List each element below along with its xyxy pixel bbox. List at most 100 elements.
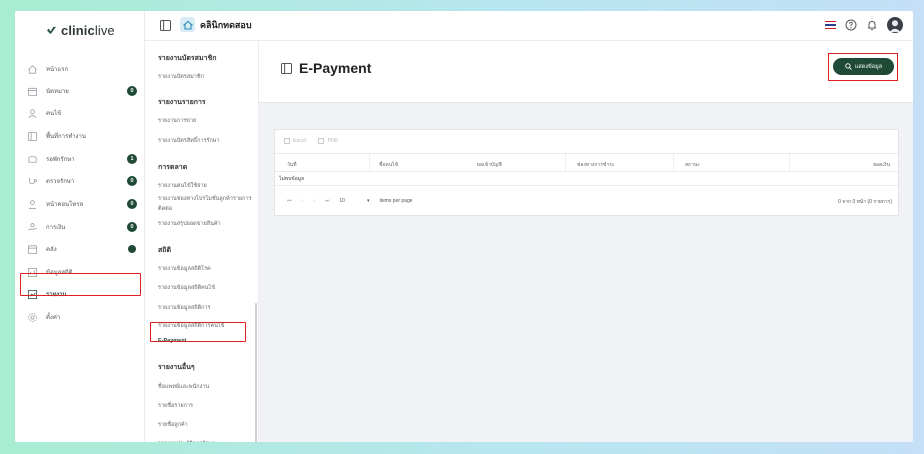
clinic-name: คลินิกทดสอบ (200, 19, 252, 30)
empty-table-message: ไม่พบข้อมูล (279, 176, 305, 182)
submenu-item[interactable]: รายชื่อลูกค้า (158, 421, 188, 429)
column-divider (789, 154, 790, 172)
brand-name: cliniclive (61, 23, 115, 38)
column-divider (673, 154, 674, 172)
calendar-icon (27, 87, 38, 96)
logo[interactable]: cliniclive (46, 23, 115, 38)
home-icon (28, 64, 37, 74)
sidebar-item[interactable]: รอพักรักษา 1 (23, 149, 139, 169)
submenu-item[interactable]: รายงานบัตรสิทธิ์การรักษา (158, 137, 220, 145)
search-icon (845, 63, 852, 70)
column-header-channel[interactable]: ช่องทางการชำระ (577, 161, 614, 169)
count-badge: 0 (127, 176, 137, 186)
submenu-active-highlight (150, 322, 246, 342)
sidebar-item-label: พื้นที่การทำงาน (46, 134, 86, 140)
page-size-value: 10 (339, 198, 345, 204)
export-excel-button[interactable]: Excel (284, 138, 306, 144)
submenu-section-heading: รายงานอื่นๆ (158, 364, 195, 371)
submenu-item[interactable]: รายงานข้อมูลสถิติคนไข้ (158, 284, 215, 292)
export-pdf-label: PDF (327, 138, 339, 144)
column-header-deposit[interactable]: ผลเข้าบัญชี (477, 161, 502, 169)
submenu-item[interactable]: รายชื่อรายการ (158, 402, 193, 410)
help-icon[interactable] (845, 19, 857, 31)
top-header: คลินิกทดสอบ (145, 11, 913, 41)
page-title-wrap: E-Payment (281, 60, 371, 76)
bell-icon[interactable] (866, 19, 878, 31)
sidebar-item-label: หน้าแรก (46, 67, 69, 73)
prev-page-icon[interactable]: ‹ (302, 198, 304, 204)
first-page-icon[interactable]: ⏮ (287, 198, 292, 204)
submenu-item[interactable]: รายงานประวัติการรักษา (158, 440, 215, 442)
sidebar-item[interactable]: หน้าแรก (23, 59, 139, 79)
report-submenu: รายงานบัตรสมาชิก รายงานบัตรสมาชิก รายงานรา… (145, 41, 259, 442)
export-pdf-button[interactable]: PDF (318, 138, 338, 144)
thai-flag-icon[interactable] (825, 21, 836, 29)
submenu-item[interactable]: ชื่อแพทย์และพนักงาน (158, 383, 209, 391)
clinic-selector[interactable]: คลินิกทดสอบ (180, 17, 252, 32)
submenu-section-heading: สถิติ (158, 247, 172, 254)
sidebar-item-label: การเงิน (46, 225, 66, 231)
sidebar-item-label: ตรวจรักษา (46, 179, 75, 185)
sidebar-item[interactable]: ตรวจรักษา 0 (23, 171, 139, 191)
submenu-item[interactable]: รายงานบัตรสมาชิก (158, 73, 204, 81)
sidebar-item[interactable]: พื้นที่การทำงาน (23, 126, 139, 146)
sidebar-item-label: ตั้งค่า (46, 315, 61, 321)
count-badge: 0 (127, 199, 137, 209)
stethoscope-icon (29, 177, 37, 184)
show-data-button[interactable]: แสดงข้อมูล (833, 58, 894, 75)
sidebar-item[interactable]: คนไข้ (23, 103, 139, 123)
pdf-icon (318, 138, 325, 144)
sidebar-item[interactable]: ตั้งค่า (23, 307, 139, 327)
column-header-status[interactable]: สถานะ (685, 161, 700, 169)
last-page-icon[interactable]: ⏭ (325, 198, 330, 204)
sidebar-item[interactable]: การเงิน 0 (23, 217, 139, 237)
page-size-select[interactable]: 10 ▾ (339, 198, 369, 204)
sidebar-item-label: รอพักรักษา (46, 157, 75, 163)
sidebar-toggle-icon[interactable] (160, 20, 171, 31)
submenu-item[interactable]: รายงานสรุปยอดขายสินค้า (158, 220, 221, 228)
export-excel-label: Excel (293, 138, 307, 144)
count-badge (128, 245, 136, 253)
header-actions (825, 17, 903, 33)
sidebar-item[interactable]: คลัง (23, 239, 139, 259)
main-content: E-Payment แสดงข้อมูล Excel PDF วันที่ ชื… (259, 41, 913, 442)
column-header-amount[interactable]: ยอดเงิน (873, 161, 890, 169)
count-badge: 0 (127, 86, 137, 96)
gear-icon (28, 312, 37, 322)
column-header-patient[interactable]: ชื่อคนไข้ (379, 161, 398, 169)
sofa-icon (28, 155, 37, 163)
person-icon (28, 199, 37, 209)
sidebar: cliniclive หน้าแรกนัดหมาย 0 คนไข้พื้นที่กา… (15, 11, 145, 442)
submenu-item[interactable]: รายงานการขาย (158, 117, 196, 125)
table-header: วันที่ ชื่อคนไข้ ผลเข้าบัญชี ช่องทางการช… (275, 153, 900, 172)
show-data-label: แสดงข้อมูล (854, 63, 883, 70)
submenu-item[interactable]: รายงานช่องทางโปรโมชั่นลูกค้ารายการ (158, 195, 252, 203)
sidebar-active-highlight (20, 273, 141, 296)
submenu-item[interactable]: รายงานคนไข้ใช้จ่าย (158, 182, 207, 190)
next-page-icon[interactable]: › (313, 198, 315, 204)
submenu-item[interactable]: รายงานข้อมูลสถิติโรค (158, 265, 211, 273)
submenu-item[interactable]: รายงานข้อมูลสถิติการ (158, 304, 211, 312)
pagination: ⏮ ‹ › ⏭ 10 ▾ items per page (287, 198, 413, 204)
export-toolbar: Excel PDF (284, 138, 338, 144)
column-header-date[interactable]: วันที่ (287, 161, 297, 169)
count-badge: 1 (127, 154, 137, 164)
user-icon (28, 108, 37, 118)
submenu-item[interactable]: ติดต่อ (158, 205, 172, 213)
sidebar-item-label: คนไข้ (46, 111, 62, 117)
report-card: Excel PDF วันที่ ชื่อคนไข้ ผลเข้าบัญชี ช… (274, 129, 900, 216)
submenu-section-heading: รายงานรายการ (158, 99, 206, 106)
column-divider (565, 154, 566, 172)
leaf-icon (46, 26, 57, 35)
avatar[interactable] (887, 17, 903, 33)
submenu-scrollbar[interactable] (255, 303, 257, 442)
submenu-section-heading: การตลาด (158, 164, 188, 171)
page-title: E-Payment (299, 60, 372, 76)
sidebar-item-label: นัดหมาย (46, 89, 69, 95)
sidebar-item[interactable]: หน้าคอนโทรล 0 (23, 194, 139, 214)
table-row-divider (275, 185, 900, 186)
sidebar-item-label: หน้าคอนโทรล (46, 202, 84, 208)
report-page-icon (281, 62, 292, 74)
page-header: E-Payment แสดงข้อมูล (259, 41, 913, 103)
sidebar-item[interactable]: นัดหมาย 0 (23, 81, 139, 101)
